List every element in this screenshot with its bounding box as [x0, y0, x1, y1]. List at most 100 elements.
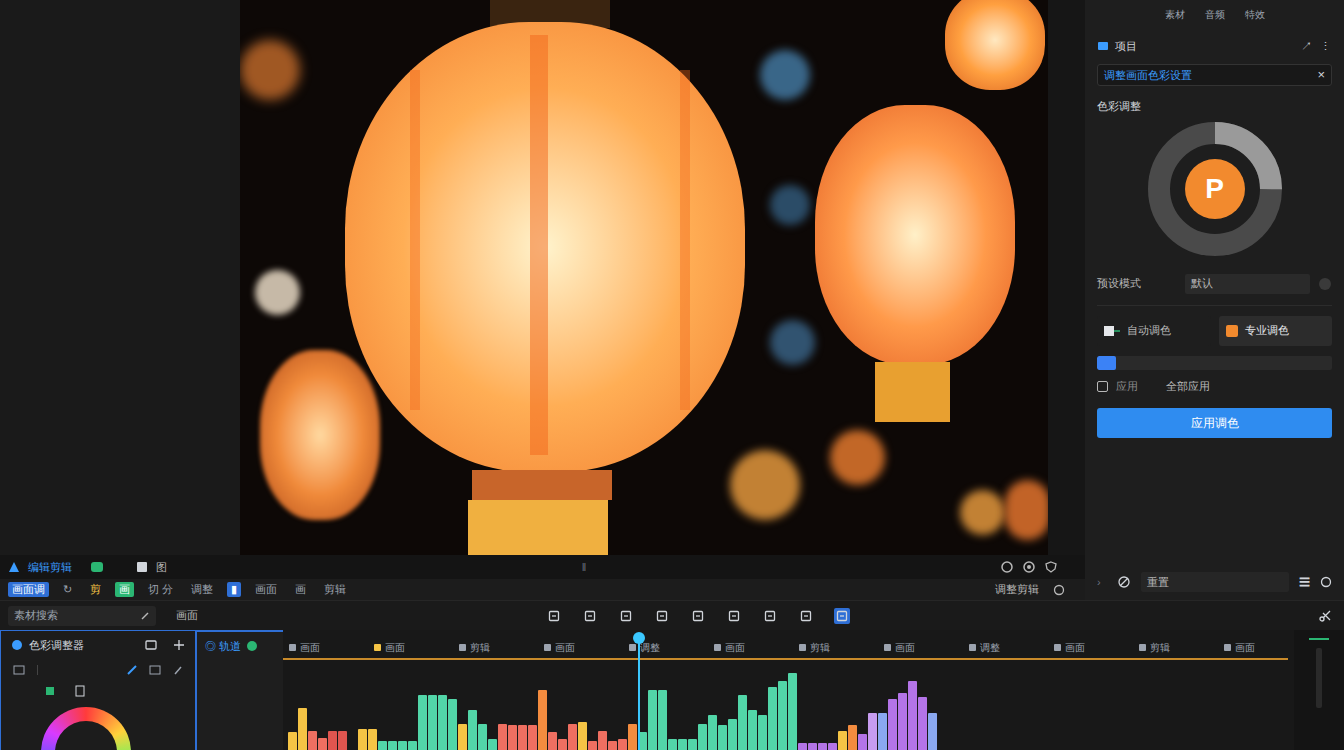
chart-bar[interactable]	[868, 713, 877, 750]
tool-icon[interactable]	[834, 608, 850, 624]
tool-icon[interactable]	[546, 608, 562, 624]
chart-bar[interactable]	[418, 695, 427, 750]
progress-track[interactable]	[1097, 356, 1332, 370]
chart-bar[interactable]	[808, 743, 817, 750]
chart-bar[interactable]	[388, 741, 397, 750]
chart-bar[interactable]	[618, 739, 627, 750]
tool-icon[interactable]	[762, 608, 778, 624]
tool-icon[interactable]	[798, 608, 814, 624]
chart-bar[interactable]	[658, 690, 667, 750]
scissors-icon[interactable]	[1318, 609, 1332, 623]
brush-icon[interactable]	[127, 665, 137, 675]
chart-bar[interactable]	[588, 741, 597, 750]
clear-icon[interactable]	[140, 611, 150, 621]
scrollbar[interactable]	[1316, 648, 1322, 708]
chart-bar[interactable]	[858, 734, 867, 750]
search-field[interactable]: 调整画面色彩设置 ×	[1097, 64, 1332, 86]
chart-bar[interactable]	[338, 731, 347, 750]
save-icon[interactable]	[145, 639, 157, 651]
chart-bar[interactable]	[578, 722, 587, 750]
inspector-tab[interactable]: 音频	[1203, 7, 1227, 22]
chart-bar[interactable]	[568, 724, 577, 750]
chart-bar[interactable]	[628, 724, 637, 750]
chart-bar[interactable]	[928, 713, 937, 750]
chart-bar[interactable]	[768, 687, 777, 750]
clip-bar-item[interactable]: 剪	[86, 582, 105, 597]
chart-bar[interactable]	[438, 695, 447, 750]
asset-search[interactable]	[8, 606, 156, 626]
chart-bar[interactable]	[518, 725, 527, 750]
clear-button[interactable]: ×	[1317, 65, 1325, 85]
chart-bar[interactable]	[918, 697, 927, 750]
settings-icon[interactable]	[1023, 561, 1035, 573]
shield-icon[interactable]	[1045, 561, 1057, 573]
chart-bar[interactable]	[668, 739, 677, 750]
chart-bar[interactable]	[528, 725, 537, 750]
tool-icon[interactable]	[582, 608, 598, 624]
mode-icon[interactable]	[45, 686, 55, 696]
chart-bar[interactable]	[498, 724, 507, 750]
chart-bar[interactable]	[298, 708, 307, 750]
chart-bar[interactable]	[738, 695, 747, 750]
clip-bar-item[interactable]: 剪辑	[320, 582, 350, 597]
chart-bar[interactable]	[408, 741, 417, 750]
grid-icon[interactable]	[13, 665, 25, 675]
chart-bar[interactable]	[368, 729, 377, 750]
chart-bar[interactable]	[798, 743, 807, 750]
chart-bar[interactable]	[508, 725, 517, 750]
chart-bar[interactable]	[908, 681, 917, 750]
menu-button[interactable]: ☰	[1299, 574, 1310, 591]
layers-icon[interactable]	[149, 665, 161, 675]
chart-bar[interactable]	[378, 741, 387, 750]
frame-icon[interactable]	[136, 561, 148, 573]
chart-bar[interactable]	[678, 739, 687, 750]
tool-icon[interactable]	[726, 608, 742, 624]
clip-bar-item[interactable]: ↻	[59, 582, 76, 597]
chart-bar[interactable]	[558, 739, 567, 750]
chart-bar[interactable]	[648, 690, 657, 750]
chart-bar[interactable]	[548, 732, 557, 750]
link-icon[interactable]	[1117, 575, 1131, 589]
chart-bar[interactable]	[708, 715, 717, 750]
chart-bar[interactable]	[838, 731, 847, 750]
chart-bar[interactable]	[318, 738, 327, 750]
chart-bar[interactable]	[478, 724, 487, 750]
chart-bar[interactable]	[778, 681, 787, 750]
inspector-tab[interactable]: 素材	[1163, 7, 1187, 22]
chart-bar[interactable]	[538, 690, 547, 750]
clip-bar-item[interactable]: 画	[291, 582, 310, 597]
clip-bar-item[interactable]: 调整	[187, 582, 217, 597]
playhead[interactable]	[638, 642, 640, 750]
open-button[interactable]: ↗	[1301, 38, 1312, 55]
eyedropper-icon[interactable]	[173, 665, 183, 675]
apply-button[interactable]: 应用调色	[1097, 408, 1332, 438]
chart-bar[interactable]	[398, 741, 407, 750]
chart-bar[interactable]	[598, 731, 607, 750]
chart-bar[interactable]	[878, 713, 887, 750]
clock-icon[interactable]	[1001, 561, 1013, 573]
chart-bar[interactable]	[458, 724, 467, 750]
chart-bar[interactable]	[428, 695, 437, 750]
sync-icon[interactable]	[1320, 576, 1332, 588]
chart-bar[interactable]	[788, 673, 797, 750]
doc-icon[interactable]	[75, 685, 85, 697]
pin-icon[interactable]	[173, 639, 185, 651]
asset-search-input[interactable]	[14, 607, 140, 624]
clip-bar-item[interactable]: 画面调	[8, 582, 49, 597]
chart-bar[interactable]	[608, 741, 617, 750]
clip-bar-item[interactable]: 画	[115, 582, 134, 597]
chart-bar[interactable]	[728, 719, 737, 750]
chart-bar[interactable]	[748, 710, 757, 750]
chart-bar[interactable]	[698, 724, 707, 750]
chart-bar[interactable]	[758, 715, 767, 750]
clip-bar-item[interactable]: ▮	[227, 582, 241, 597]
chart-bar[interactable]	[688, 739, 697, 750]
reset-field[interactable]: 重置	[1141, 572, 1289, 592]
tool-icon[interactable]	[690, 608, 706, 624]
chart-bar[interactable]	[468, 710, 477, 750]
info-icon[interactable]	[1318, 277, 1332, 291]
chart-bar[interactable]	[848, 725, 857, 750]
refresh-icon[interactable]	[1053, 584, 1065, 596]
tool-icon[interactable]	[618, 608, 634, 624]
option-checkbox[interactable]	[1097, 381, 1108, 392]
